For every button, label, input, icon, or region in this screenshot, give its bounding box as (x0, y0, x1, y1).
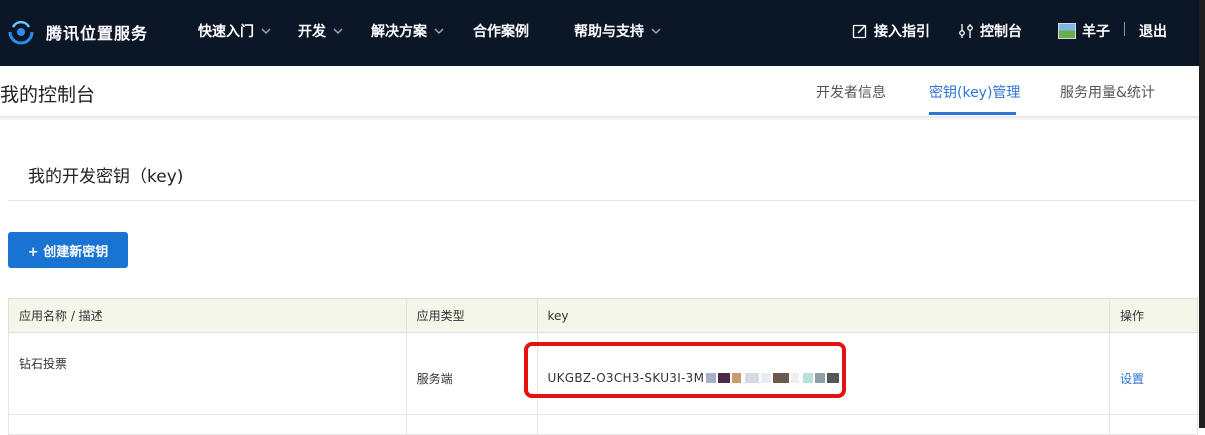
active-tab-indicator (929, 112, 1016, 115)
divider (1124, 22, 1125, 36)
table-cell (405, 414, 538, 435)
edit-icon (852, 24, 867, 39)
logout-label: 退出 (1139, 24, 1167, 40)
table-cell (8, 414, 407, 435)
avatar (1058, 23, 1076, 39)
create-key-button[interactable]: + 创建新密钥 (8, 232, 128, 268)
header-shadow (0, 116, 1199, 120)
column-header-action: 操作 (1109, 298, 1198, 333)
nav-item-cases[interactable]: 合作案例 (473, 21, 529, 41)
nav-item-label: 合作案例 (473, 24, 529, 40)
redacted-key-blur (704, 371, 840, 385)
tab-key-management[interactable]: 密钥(key)管理 (929, 82, 1020, 102)
table-row: 钻石投票 服务端 UKGBZ-O3CH3-SKU3I-3M 设置 (8, 332, 1198, 415)
key-value: UKGBZ-O3CH3-SKU3I-3M (547, 370, 705, 385)
sub-header: 我的控制台 开发者信息 密钥(key)管理 服务用量&统计 (0, 66, 1199, 120)
column-header-type: 应用类型 (405, 298, 538, 333)
nav-item-quickstart[interactable]: 快速入门 (198, 21, 271, 41)
brand[interactable]: 腾讯位置服务 (6, 18, 148, 46)
tencent-map-logo-icon (6, 19, 36, 45)
top-navigation-bar: 腾讯位置服务 快速入门 开发 解决方案 合作案例 帮助与支持 接入指引 控制台 (0, 0, 1199, 66)
nav-item-develop[interactable]: 开发 (298, 21, 343, 41)
tab-usage-stats[interactable]: 服务用量&统计 (1060, 82, 1155, 102)
access-guide-link[interactable]: 接入指引 (852, 21, 930, 41)
nav-item-label: 开发 (298, 24, 326, 40)
user-menu[interactable]: 羊子 (1058, 21, 1110, 41)
chevron-down-icon (434, 27, 444, 34)
chevron-down-icon (333, 27, 343, 34)
access-guide-label: 接入指引 (874, 24, 930, 40)
key-cell[interactable]: UKGBZ-O3CH3-SKU3I-3M (536, 332, 1111, 415)
column-header-name: 应用名称 / 描述 (8, 298, 407, 333)
settings-link[interactable]: 设置 (1120, 372, 1144, 386)
action-cell: 设置 (1109, 332, 1198, 415)
table-header-row: 应用名称 / 描述 应用类型 key 操作 (8, 298, 1198, 333)
sliders-icon (959, 24, 973, 38)
table-cell (1109, 414, 1198, 435)
tab-developer-info[interactable]: 开发者信息 (816, 82, 886, 102)
app-name-cell: 钻石投票 (8, 332, 407, 415)
chevron-down-icon (261, 27, 271, 34)
page-title: 我的控制台 (0, 84, 96, 106)
console-label: 控制台 (980, 24, 1022, 40)
nav-item-solutions[interactable]: 解决方案 (371, 21, 444, 41)
logout-link[interactable]: 退出 (1139, 21, 1167, 41)
table-row (8, 414, 1198, 435)
app-type-cell: 服务端 (405, 332, 538, 415)
nav-item-help[interactable]: 帮助与支持 (574, 21, 661, 41)
nav-item-label: 帮助与支持 (574, 24, 644, 40)
window-edge (1199, 0, 1205, 428)
table-cell (536, 414, 1111, 435)
user-name: 羊子 (1082, 24, 1110, 40)
keys-table: 应用名称 / 描述 应用类型 key 操作 钻石投票 服务端 UKGBZ-O3C… (8, 298, 1198, 435)
nav-item-label: 解决方案 (371, 24, 427, 40)
console-link[interactable]: 控制台 (958, 21, 1022, 41)
divider (8, 200, 1197, 201)
column-header-key: key (536, 298, 1111, 333)
chevron-down-icon (651, 27, 661, 34)
brand-name: 腾讯位置服务 (46, 24, 149, 43)
section-title: 我的开发密钥（key) (28, 167, 184, 187)
nav-item-label: 快速入门 (198, 24, 254, 40)
